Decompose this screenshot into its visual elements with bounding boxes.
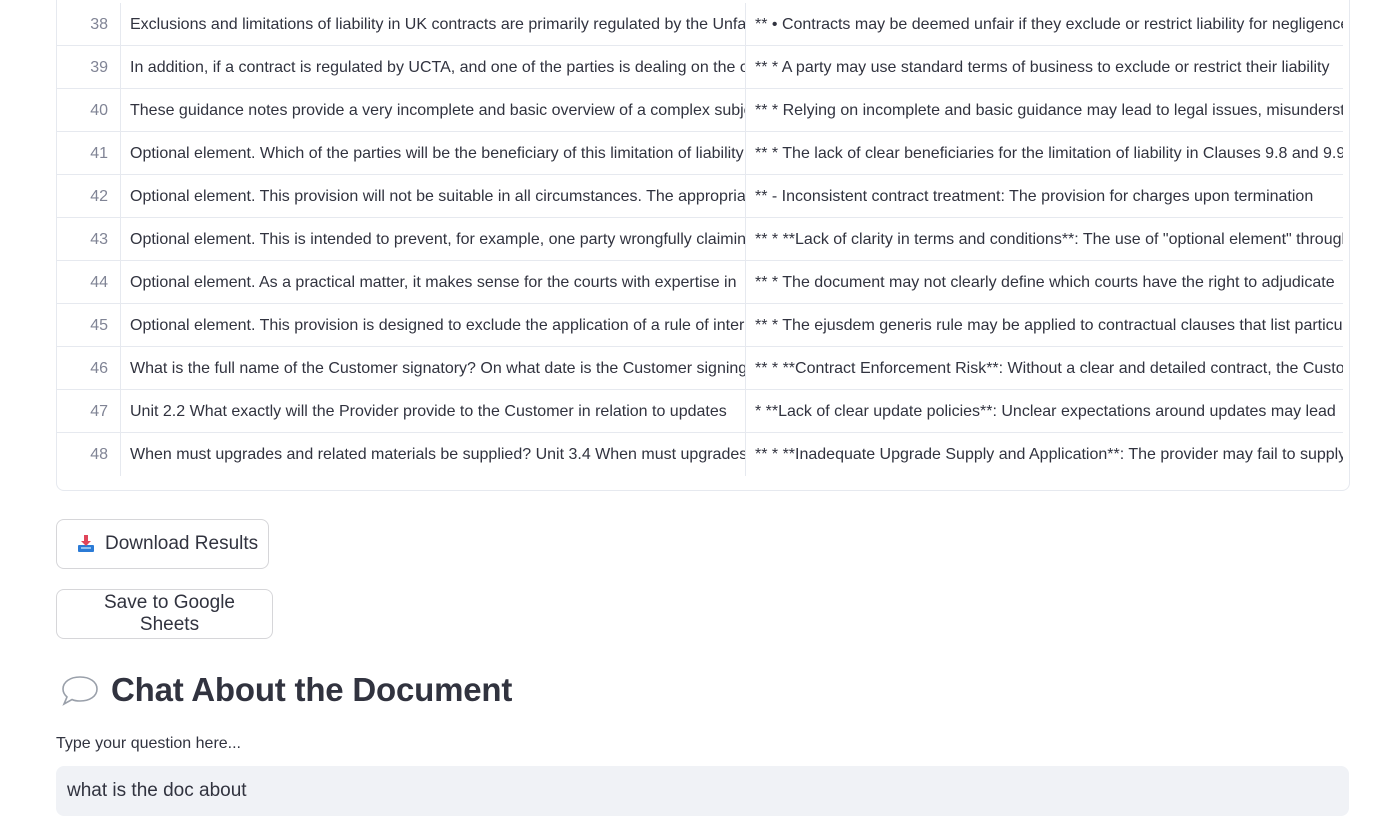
row-index-cell: 44 xyxy=(57,261,121,303)
chat-heading: Chat About the Document xyxy=(60,668,512,712)
text-cell[interactable]: Unit 2.2 What exactly will the Provider … xyxy=(121,390,746,432)
row-index-cell: 42 xyxy=(57,175,121,217)
risk-cell[interactable]: ** - Inconsistent contract treatment: Th… xyxy=(746,175,1343,217)
app-page: 38 Exclusions and limitations of liabilit… xyxy=(0,0,1394,829)
text-cell[interactable]: These guidance notes provide a very inco… xyxy=(121,89,746,131)
table-row[interactable]: 48 When must upgrades and related materia… xyxy=(57,433,1343,476)
row-index-cell: 38 xyxy=(57,3,121,45)
risk-cell[interactable]: ** • Contracts may be deemed unfair if t… xyxy=(746,3,1343,45)
row-index-cell: 40 xyxy=(57,89,121,131)
table-row[interactable]: 41 Optional element. Which of the parties… xyxy=(57,132,1343,175)
row-index-cell: 46 xyxy=(57,347,121,389)
row-index-cell: 45 xyxy=(57,304,121,346)
text-cell[interactable]: When must upgrades and related materials… xyxy=(121,433,746,476)
risk-cell[interactable]: ** * Relying on incomplete and basic gui… xyxy=(746,89,1343,131)
risk-cell[interactable]: * **Lack of clear update policies**: Unc… xyxy=(746,390,1343,432)
download-results-label: Download Results xyxy=(105,533,259,554)
row-index-cell: 41 xyxy=(57,132,121,174)
table-row[interactable]: 47 Unit 2.2 What exactly will the Provide… xyxy=(57,390,1343,433)
question-input[interactable] xyxy=(56,766,1349,816)
row-index-cell: 43 xyxy=(57,218,121,260)
inbox-tray-icon xyxy=(76,534,96,554)
risk-cell[interactable]: ** * **Lack of clarity in terms and cond… xyxy=(746,218,1343,260)
table-row[interactable]: 43 Optional element. This is intended to … xyxy=(57,218,1343,261)
text-cell[interactable]: Optional element. This is intended to pr… xyxy=(121,218,746,260)
risk-cell[interactable]: ** * The lack of clear beneficiaries for… xyxy=(746,132,1343,174)
risk-cell[interactable]: ** * The document may not clearly define… xyxy=(746,261,1343,303)
text-cell[interactable]: What is the full name of the Customer si… xyxy=(121,347,746,389)
risk-cell[interactable]: ** * **Inadequate Upgrade Supply and App… xyxy=(746,433,1343,476)
table-row[interactable]: 40 These guidance notes provide a very in… xyxy=(57,89,1343,132)
table-row[interactable]: 38 Exclusions and limitations of liabilit… xyxy=(57,3,1343,46)
table-row[interactable]: 44 Optional element. As a practical matte… xyxy=(57,261,1343,304)
text-cell[interactable]: Optional element. This provision is desi… xyxy=(121,304,746,346)
table-row[interactable]: 39 In addition, if a contract is regulate… xyxy=(57,46,1343,89)
table-row[interactable]: 46 What is the full name of the Customer … xyxy=(57,347,1343,390)
row-index-cell: 39 xyxy=(57,46,121,88)
save-to-google-sheets-button[interactable]: Save to Google Sheets xyxy=(56,589,273,639)
text-cell[interactable]: In addition, if a contract is regulated … xyxy=(121,46,746,88)
text-cell[interactable]: Optional element. Which of the parties w… xyxy=(121,132,746,174)
download-results-button[interactable]: Download Results xyxy=(56,519,269,569)
text-cell[interactable]: Optional element. This provision will no… xyxy=(121,175,746,217)
chat-heading-title: Chat About the Document xyxy=(111,671,513,708)
results-table[interactable]: 38 Exclusions and limitations of liabilit… xyxy=(56,0,1350,491)
text-cell[interactable]: Optional element. As a practical matter,… xyxy=(121,261,746,303)
save-to-google-sheets-label: Save to Google Sheets xyxy=(104,592,235,635)
risk-cell[interactable]: ** * **Contract Enforcement Risk**: With… xyxy=(746,347,1343,389)
table-grid: 38 Exclusions and limitations of liabilit… xyxy=(57,3,1343,476)
table-row[interactable]: 42 Optional element. This provision will … xyxy=(57,175,1343,218)
text-cell[interactable]: Exclusions and limitations of liability … xyxy=(121,3,746,45)
row-index-cell: 48 xyxy=(57,433,121,476)
risk-cell[interactable]: ** * The ejusdem generis rule may be app… xyxy=(746,304,1343,346)
risk-cell[interactable]: ** * A party may use standard terms of b… xyxy=(746,46,1343,88)
question-input-label: Type your question here... xyxy=(56,735,241,752)
row-index-cell: 47 xyxy=(57,390,121,432)
speech-bubble-icon xyxy=(60,673,100,707)
table-row[interactable]: 45 Optional element. This provision is de… xyxy=(57,304,1343,347)
